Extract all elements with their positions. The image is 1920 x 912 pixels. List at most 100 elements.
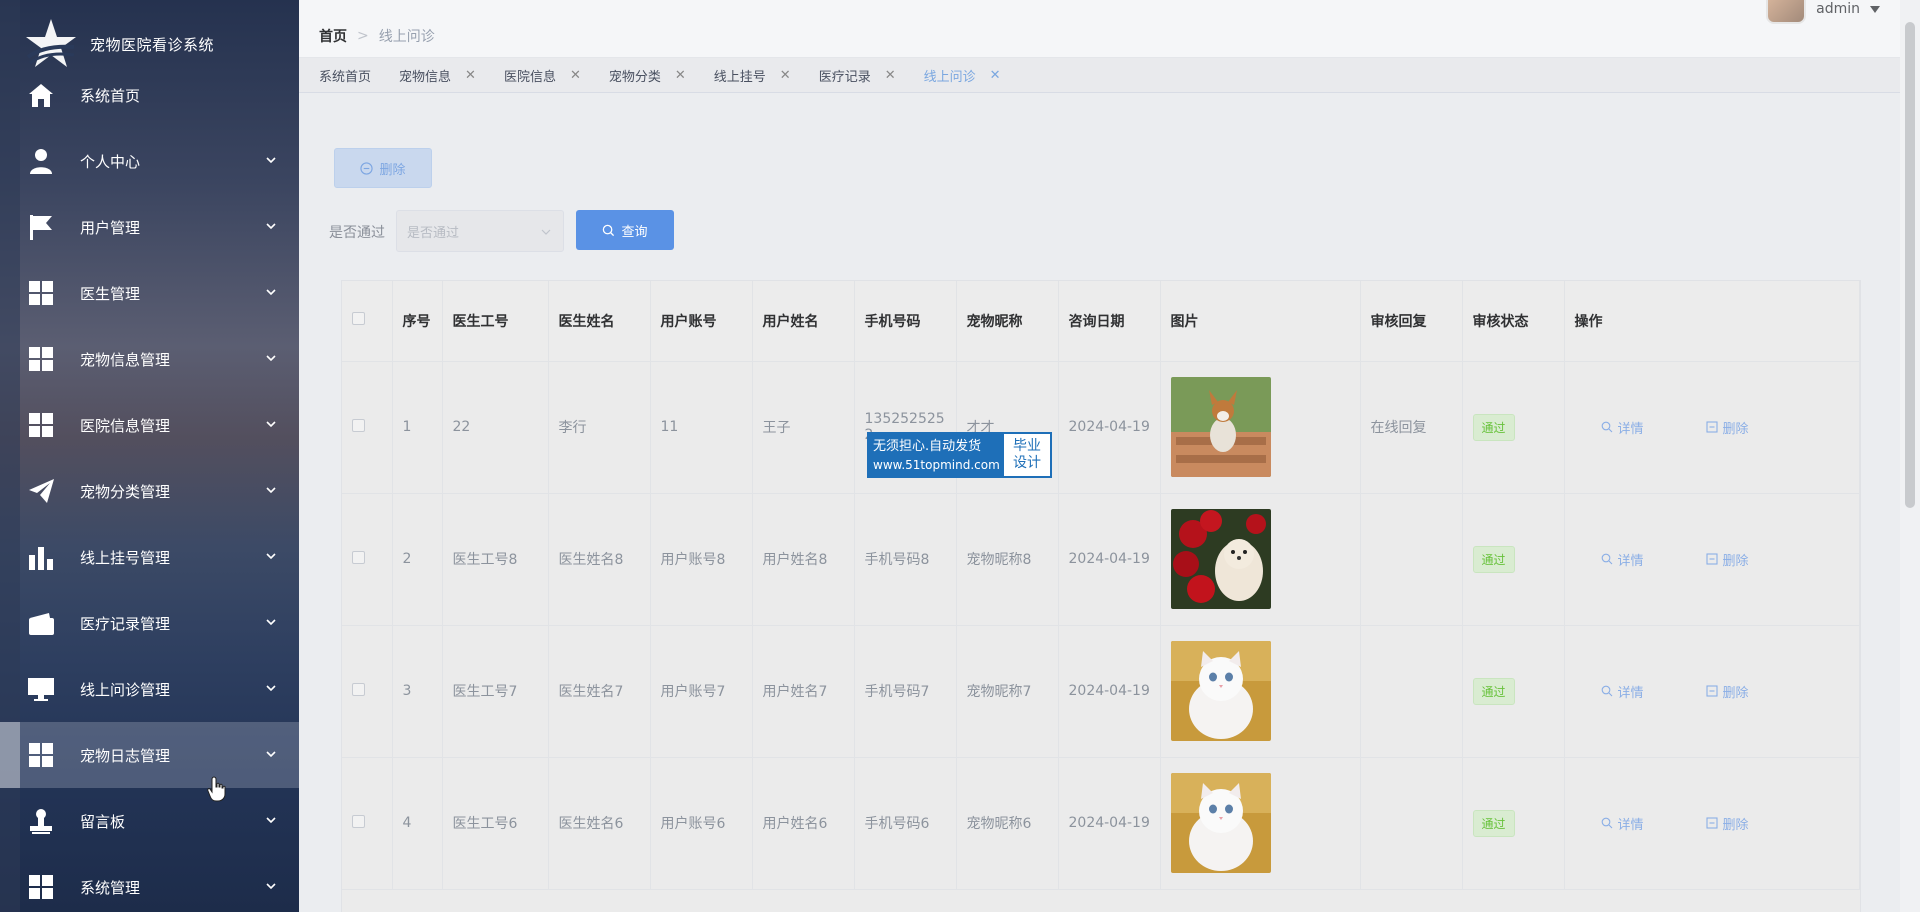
delete-button[interactable]: 删除 (1705, 682, 1749, 701)
page-scrollbar[interactable] (1900, 0, 1920, 912)
wallet-icon (26, 608, 56, 638)
column-header-0[interactable] (342, 281, 393, 362)
breadcrumb-home[interactable]: 首页 (319, 26, 347, 46)
detail-label: 详情 (1617, 421, 1644, 437)
chevron-down-icon (265, 616, 277, 628)
delete-button[interactable]: 删除 (1705, 814, 1749, 833)
cell-status: 通过 (1462, 493, 1565, 626)
cell-image (1160, 757, 1361, 890)
select-all-checkbox[interactable] (352, 312, 365, 326)
grid-icon (26, 278, 56, 308)
tab-label: 宠物信息 (399, 69, 452, 85)
sidebar-item-7[interactable]: 线上挂号管理 (0, 524, 299, 590)
tab-0[interactable]: 系统首页 (319, 66, 371, 85)
scroll-thumb[interactable] (1905, 22, 1915, 508)
batch-delete-label: 删除 (379, 162, 406, 178)
sidebar-item-11[interactable]: 留言板 (0, 788, 299, 854)
row-checkbox[interactable] (352, 814, 365, 828)
cell-actions: 详情 删除 (1564, 625, 1860, 758)
chevron-down-icon (265, 286, 277, 298)
row-checkbox[interactable] (352, 418, 365, 432)
cell-date: 2024-04-19 (1058, 361, 1161, 494)
tab-5[interactable]: 医疗记录 ✕ (819, 66, 896, 85)
sidebar-item-6[interactable]: 宠物分类管理 (0, 458, 299, 524)
watermark-line2: www.51topmind.com (873, 458, 1000, 472)
close-icon[interactable]: ✕ (570, 68, 581, 83)
home-icon (26, 80, 56, 110)
sidebar-item-label: 系统管理 (80, 878, 141, 897)
sidebar-item-label: 线上问诊管理 (80, 680, 171, 699)
sidebar-item-5[interactable]: 医院信息管理 (0, 392, 299, 458)
minus-square-icon (1705, 817, 1718, 829)
detail-button[interactable]: 详情 (1601, 550, 1644, 569)
tab-1[interactable]: 宠物信息 ✕ (399, 66, 476, 85)
cell-phone: 手机号码8 (854, 493, 957, 626)
close-icon[interactable]: ✕ (675, 68, 686, 83)
column-header-7: 宠物昵称 (956, 281, 1059, 362)
status-badge: 通过 (1472, 545, 1515, 573)
sidebar-item-0[interactable]: 系统首页 (0, 62, 299, 128)
caret-down-icon[interactable] (1870, 5, 1880, 13)
username[interactable]: admin (1816, 1, 1860, 17)
close-icon[interactable]: ✕ (885, 68, 896, 83)
sidebar-item-9[interactable]: 线上问诊管理 (0, 656, 299, 722)
chevron-down-icon (541, 229, 551, 235)
close-icon[interactable]: ✕ (465, 68, 476, 83)
close-icon[interactable]: ✕ (780, 68, 791, 83)
row-select-cell (342, 757, 393, 890)
sidebar-menu: 系统首页 个人中心 用户管理 医生管理 宠物信息管理 医院信息管理 宠物分类管理 线上挂号管理… (0, 62, 299, 912)
sidebar-item-10[interactable]: 宠物日志管理 (0, 722, 299, 788)
delete-button[interactable]: 删除 (1705, 418, 1749, 437)
row-checkbox[interactable] (352, 550, 365, 564)
watermark-badge: 无须担心.自动发货 www.51topmind.com 毕业 设计 (867, 432, 1052, 478)
main-content: 删除 是否通过 是否通过 查询 序号 医生工号 医生姓名 用户账号 用户姓名 手机号码 宠物… (299, 94, 1900, 912)
search-icon (1601, 685, 1612, 697)
sidebar-item-3[interactable]: 医生管理 (0, 260, 299, 326)
sidebar-item-12[interactable]: 系统管理 (0, 854, 299, 912)
cell-doctor-name: 李行 (548, 361, 651, 494)
breadcrumb-current: 线上问诊 (378, 29, 435, 45)
avatar[interactable] (1766, 0, 1807, 24)
cell-doctor-name: 医生姓名7 (548, 625, 651, 758)
detail-button[interactable]: 详情 (1601, 682, 1644, 701)
status-badge: 通过 (1472, 809, 1515, 837)
delete-button[interactable]: 删除 (1705, 550, 1749, 569)
cell-pet-name: 宠物昵称8 (956, 493, 1059, 626)
chevron-down-icon (265, 352, 277, 364)
cell-actions: 详情 删除 (1564, 757, 1860, 890)
cell-account: 11 (650, 361, 753, 494)
tab-3[interactable]: 宠物分类 ✕ (609, 66, 686, 85)
user-icon (26, 146, 56, 176)
row-checkbox[interactable] (352, 682, 365, 696)
tab-label: 线上挂号 (713, 69, 766, 85)
minus-square-icon (1705, 685, 1718, 697)
cell-no: 1 (392, 361, 443, 494)
cell-date: 2024-04-19 (1058, 493, 1161, 626)
tab-4[interactable]: 线上挂号 ✕ (714, 66, 791, 85)
chevron-down-icon (265, 418, 277, 430)
approval-select[interactable]: 是否通过 (396, 210, 564, 252)
cell-user-name: 用户姓名8 (752, 493, 855, 626)
sidebar-item-1[interactable]: 个人中心 (0, 128, 299, 194)
grid-icon (26, 872, 56, 902)
sidebar-item-8[interactable]: 医疗记录管理 (0, 590, 299, 656)
tab-2[interactable]: 医院信息 ✕ (504, 66, 581, 85)
app-title: 宠物医院看诊系统 (90, 35, 215, 54)
detail-button[interactable]: 详情 (1601, 418, 1644, 437)
tags-bar: 系统首页 宠物信息 ✕ 医院信息 ✕ 宠物分类 ✕ 线上挂号 ✕ 医疗记录 ✕ 线上问诊 ✕ (299, 58, 1900, 93)
sidebar-item-2[interactable]: 用户管理 (0, 194, 299, 260)
chevron-down-icon (265, 748, 277, 760)
column-header-2: 医生工号 (442, 281, 549, 362)
batch-delete-button[interactable]: 删除 (334, 148, 432, 188)
tab-label: 系统首页 (319, 69, 372, 85)
search-button[interactable]: 查询 (576, 210, 674, 250)
chevron-down-icon (265, 682, 277, 694)
user-menu[interactable]: admin (1766, 0, 1880, 24)
close-icon[interactable]: ✕ (990, 68, 1001, 83)
tab-6[interactable]: 线上问诊 ✕ (924, 66, 1001, 85)
cell-actions: 详情 删除 (1564, 493, 1860, 626)
detail-button[interactable]: 详情 (1601, 814, 1644, 833)
grid-icon (26, 344, 56, 374)
sidebar: 宠物医院看诊系统 系统首页 个人中心 用户管理 医生管理 宠物信息管理 医院信息管理 宠物分… (0, 0, 299, 912)
sidebar-item-4[interactable]: 宠物信息管理 (0, 326, 299, 392)
